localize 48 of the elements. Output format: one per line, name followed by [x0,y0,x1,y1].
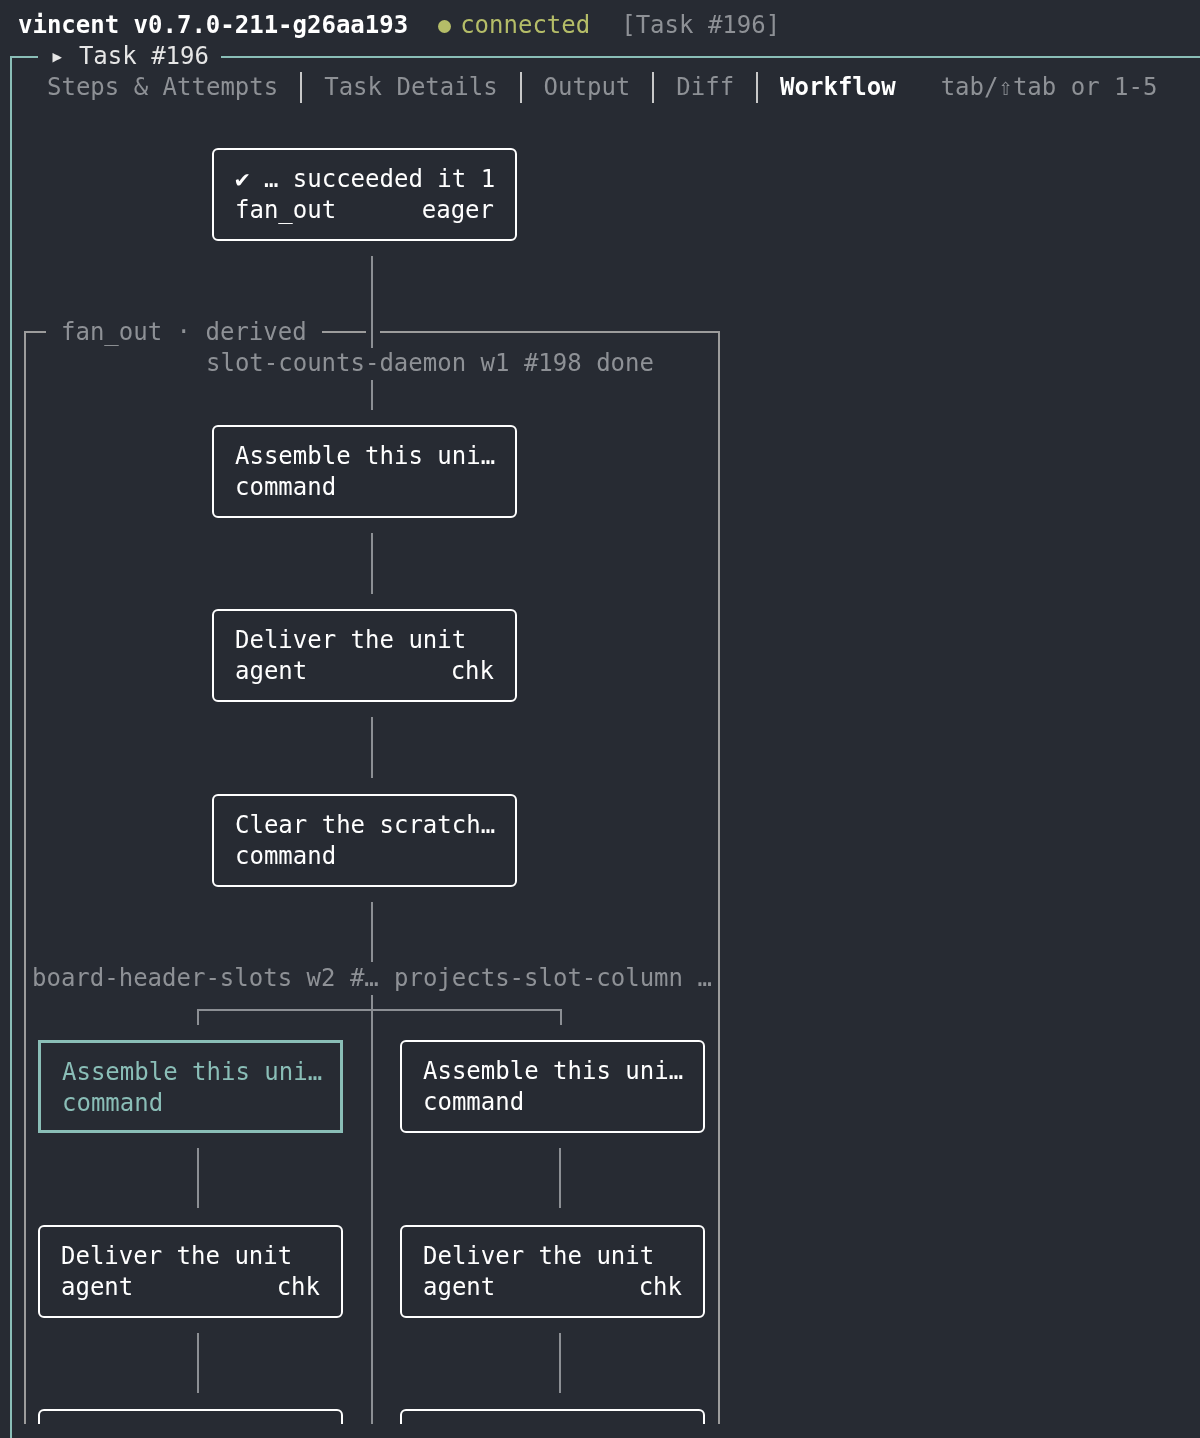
group-title: fan_out · derived [61,317,307,348]
workflow-node[interactable]: Assemble this uni… command [400,1040,705,1133]
tab[interactable]: Diff [676,72,735,103]
workflow-node[interactable]: Deliver the unit agent chk [212,609,517,702]
keyboard-hint: tab/⇧tab or 1-5 [940,72,1158,103]
node-type: command [235,841,337,872]
branch-label: projects-slot-column … [394,963,712,994]
workflow-node[interactable]: Assemble this uni… command [212,425,517,518]
node-tag: chk [638,1271,682,1303]
branch-label: board-header-slots w2 #… [32,963,379,994]
node-title: Assemble this uni… [235,441,494,472]
node-title: Clear the scratch… [235,810,494,841]
connector-line [371,533,373,594]
workflow-node[interactable]: Assemble this uni… command [38,1040,343,1133]
tab[interactable]: Output [543,72,631,103]
connector-line [559,1332,561,1393]
tab[interactable]: Workflow [780,72,896,103]
node-type: agent [235,656,308,687]
node-title: Assemble this uni… [423,1056,682,1087]
task-context: [Task #196] [621,10,781,41]
connector-line [559,1148,561,1208]
connector-line [197,1148,199,1208]
app-title: vincent v0.7.0-211-g26aa193 [18,10,409,41]
tab[interactable]: Steps & Attempts [47,72,279,103]
node-type: command [62,1088,164,1119]
node-type: fan_out [235,195,337,226]
workflow-node[interactable]: Deliver the unit agent chk [38,1224,343,1318]
node-tag: chk [450,656,494,687]
node-type: agent [61,1271,134,1303]
connector-line [371,902,373,962]
workflow-node[interactable]: ✔ … succeeded it 1 fan_out eager [212,148,517,241]
workflow-node[interactable]: Deliver the unit agent chk [400,1224,705,1318]
node-title: Deliver the unit [235,625,468,656]
node-title: ✔ … succeeded it 1 [235,164,494,195]
node-tag: chk [276,1271,320,1303]
connector-line [371,380,373,410]
connector-line [371,717,373,778]
connection-status: connected [460,10,591,41]
node-type: command [235,472,337,503]
group-subtitle: slot-counts-daemon w1 #198 done [206,348,654,379]
node-title: Deliver the unit [423,1240,656,1272]
node-type: command [423,1087,525,1118]
tab[interactable]: Task Details [324,72,498,103]
node-tag: eager [421,195,494,226]
connector-line [197,1332,199,1393]
node-title: Deliver the unit [61,1240,294,1272]
workflow-node[interactable]: Clear the scratch… command [212,794,517,887]
node-type: agent [423,1271,496,1303]
